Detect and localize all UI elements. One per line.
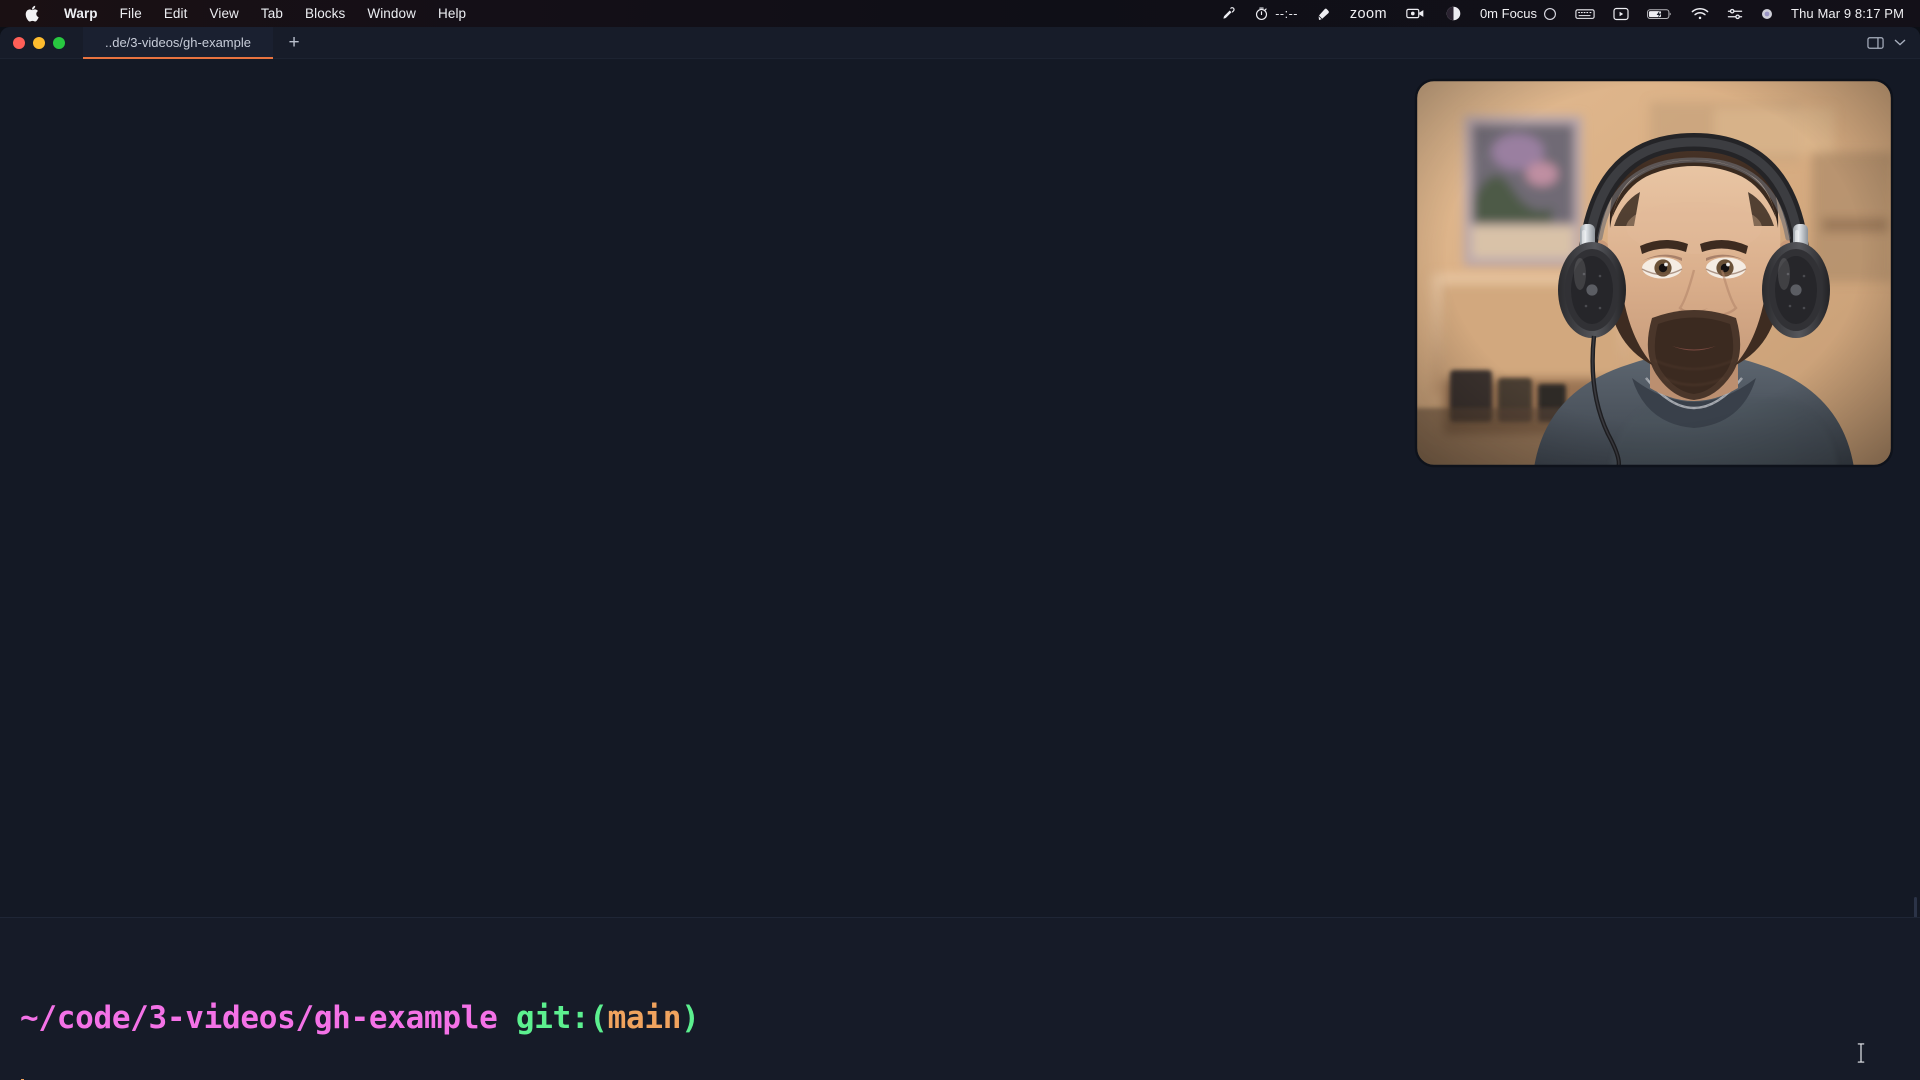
close-button[interactable]: [13, 36, 25, 49]
zoom-status-item[interactable]: zoom: [1341, 0, 1396, 27]
prompt-git-close: ): [681, 1000, 700, 1036]
timer-status-item[interactable]: --:--: [1245, 0, 1307, 27]
new-tab-button[interactable]: +: [277, 27, 311, 59]
window-traffic-lights: [0, 36, 65, 49]
chevron-down-icon[interactable]: [1894, 38, 1906, 47]
menu-item-help[interactable]: Help: [427, 0, 477, 27]
focus-ring-icon: [1543, 7, 1557, 21]
tab-gh-example[interactable]: ..de/3-videos/gh-example: [83, 27, 273, 59]
macos-menu-bar: Warp File Edit View Tab Blocks Window He…: [0, 0, 1920, 27]
timer-value: --:--: [1275, 6, 1298, 21]
terminal-input-block[interactable]: ~/code/3-videos/gh-example git:(main): [0, 918, 1920, 1080]
prompt-git-label: git:(: [515, 1000, 608, 1036]
keyboard-status-item[interactable]: [1566, 0, 1604, 27]
maximize-button[interactable]: [53, 36, 65, 49]
wifi-icon: [1691, 7, 1709, 21]
bartender-status-item[interactable]: [1436, 0, 1471, 27]
focus-label: 0m Focus: [1479, 6, 1538, 21]
video-camera-status-item[interactable]: [1396, 0, 1436, 27]
warp-tab-bar: ..de/3-videos/gh-example +: [0, 27, 1920, 59]
menu-item-file[interactable]: File: [109, 0, 153, 27]
control-center-icon: [1727, 7, 1743, 21]
eyedropper-icon: [1221, 6, 1236, 21]
wifi-status-item[interactable]: [1682, 0, 1718, 27]
video-camera-icon: [1405, 6, 1427, 21]
menu-bar-left: Warp File Edit View Tab Blocks Window He…: [0, 0, 477, 27]
battery-icon: [1647, 7, 1673, 21]
minimize-button[interactable]: [33, 36, 45, 49]
menu-item-window[interactable]: Window: [356, 0, 427, 27]
tab-bar-right-controls: [1867, 36, 1920, 50]
keyboard-icon: [1575, 7, 1595, 21]
prompt-git-branch: main: [607, 1000, 682, 1036]
screenflow-status-item[interactable]: [1307, 0, 1341, 27]
play-circle-icon: [1613, 6, 1629, 22]
menu-item-blocks[interactable]: Blocks: [294, 0, 356, 27]
menu-bar-clock[interactable]: Thu Mar 9 8:17 PM: [1782, 0, 1908, 27]
control-center-status-item[interactable]: [1718, 0, 1752, 27]
apple-menu[interactable]: [12, 0, 53, 27]
screenflow-icon: [1316, 6, 1332, 22]
bartender-icon: [1445, 5, 1462, 22]
play-status-item[interactable]: [1604, 0, 1638, 27]
siri-status-item[interactable]: [1752, 0, 1782, 27]
focus-status-item[interactable]: 0m Focus: [1471, 0, 1566, 27]
menu-item-tab[interactable]: Tab: [250, 0, 294, 27]
siri-icon: [1761, 8, 1773, 20]
menu-item-warp[interactable]: Warp: [53, 0, 109, 27]
webcam-video-frame: [1416, 80, 1892, 466]
menu-item-edit[interactable]: Edit: [153, 0, 199, 27]
tab-title: ..de/3-videos/gh-example: [105, 35, 251, 50]
eyedropper-status-item[interactable]: [1212, 0, 1245, 27]
zoom-label: zoom: [1349, 5, 1387, 22]
shell-prompt: ~/code/3-videos/gh-example git:(main): [20, 1000, 700, 1036]
menu-item-view[interactable]: View: [198, 0, 249, 27]
webcam-overlay[interactable]: [1414, 78, 1894, 468]
stopwatch-icon: [1254, 6, 1269, 21]
split-pane-icon[interactable]: [1867, 36, 1884, 50]
apple-logo-icon: [23, 4, 40, 24]
prompt-path: ~/code/3-videos/gh-example: [20, 1000, 498, 1036]
battery-status-item[interactable]: [1638, 0, 1682, 27]
menu-bar-status-area: --:-- zoom 0m Focus Thu Mar 9 8:17 PM: [1212, 0, 1920, 27]
text-ibeam-cursor: [1857, 1043, 1865, 1063]
